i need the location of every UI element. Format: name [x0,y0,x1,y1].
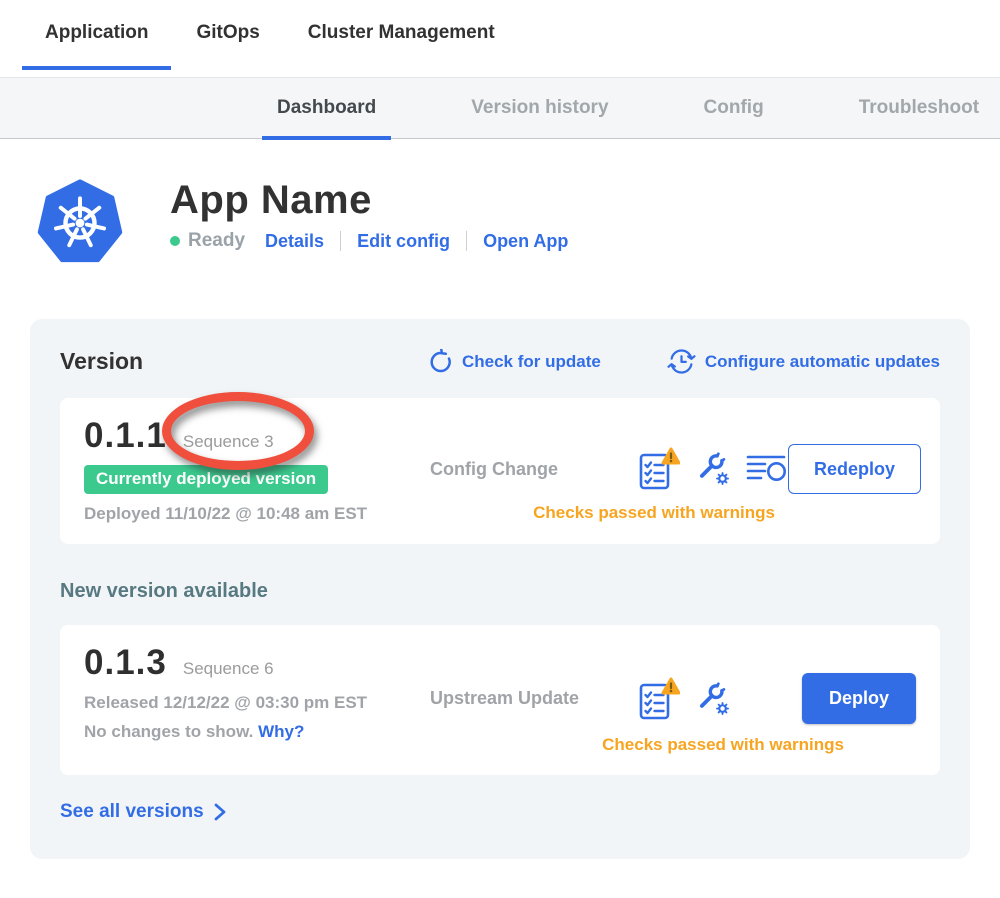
version-check-icons [638,446,788,492]
new-version-heading: New version available [60,580,940,603]
auto-update-clock-icon [667,347,696,376]
version-source-label: Config Change [430,459,638,480]
tab-troubleshoot[interactable]: Troubleshoot [859,77,979,139]
check-for-update-link[interactable]: Check for update [427,347,601,376]
available-version-row: 0.1.3 Sequence 6 Released 12/12/22 @ 03:… [84,643,916,755]
sequence-label: Sequence 3 [183,432,274,452]
deployed-timestamp: Deployed 11/10/22 @ 10:48 am EST [84,504,430,524]
refresh-icon [427,349,453,375]
checks-status-current: Checks passed with warnings [533,503,775,523]
sequence-label: Sequence 6 [183,659,274,679]
version-panel-actions: Check for update Configure automatic upd… [427,347,940,376]
kubernetes-logo [36,177,124,269]
version-panel: Version Check for update [30,319,970,859]
divider [466,231,467,251]
version-number: 0.1.1 [84,416,167,456]
preflight-checklist-icon[interactable] [638,446,680,492]
version-number: 0.1.3 [84,643,167,683]
why-link[interactable]: Why? [258,722,304,741]
deploy-button[interactable]: Deploy [802,673,916,724]
check-for-update-label: Check for update [462,352,601,372]
available-version-detail: Upstream Update [430,643,916,755]
available-version-info: 0.1.3 Sequence 6 Released 12/12/22 @ 03:… [84,643,430,742]
status-dot [170,236,180,246]
sub-nav: Dashboard Version history Config Trouble… [0,77,1000,139]
see-all-versions-label: See all versions [60,801,204,823]
config-wrench-gear-icon[interactable] [695,451,731,487]
app-header-text: App Name Ready Details Edit config Open … [170,177,568,252]
tab-cluster-management[interactable]: Cluster Management [308,22,495,77]
divider [340,231,341,251]
page-title: App Name [170,177,568,223]
app-status-row: Ready Details Edit config Open App [170,230,568,252]
tab-gitops[interactable]: GitOps [196,22,259,77]
version-heading: Version [60,348,143,375]
configure-automatic-updates-label: Configure automatic updates [705,352,940,372]
no-changes-label: No changes to show. [84,722,253,741]
configure-automatic-updates-link[interactable]: Configure automatic updates [667,347,940,376]
preflight-checklist-icon[interactable] [638,676,680,722]
see-all-versions-link[interactable]: See all versions [60,801,940,823]
edit-config-link[interactable]: Edit config [357,231,450,252]
current-version-card: 0.1.1 Sequence 3 Currently deployed vers… [60,398,940,544]
details-link[interactable]: Details [265,231,324,252]
top-nav: Application GitOps Cluster Management [0,0,1000,77]
no-changes-text: No changes to show. Why? [84,722,430,742]
tab-dashboard[interactable]: Dashboard [277,77,376,139]
currently-deployed-badge: Currently deployed version [84,465,328,494]
status-badge: Ready [188,230,245,252]
released-timestamp: Released 12/12/22 @ 03:30 pm EST [84,693,430,713]
redeploy-button[interactable]: Redeploy [788,444,921,494]
open-app-link[interactable]: Open App [483,231,568,252]
diff-magnifier-icon[interactable] [746,452,788,486]
version-panel-header: Version Check for update [60,347,940,376]
available-version-card: 0.1.3 Sequence 6 Released 12/12/22 @ 03:… [60,625,940,775]
current-version-row: 0.1.1 Sequence 3 Currently deployed vers… [84,416,916,524]
config-wrench-gear-icon[interactable] [695,681,731,717]
current-version-detail: Config Change [430,416,921,523]
version-source-label: Upstream Update [430,688,638,709]
current-version-info: 0.1.1 Sequence 3 Currently deployed vers… [84,416,430,524]
checks-status-available: Checks passed with warnings [602,735,844,755]
tab-application[interactable]: Application [45,22,148,77]
tab-version-history[interactable]: Version history [471,77,608,139]
chevron-right-icon [214,802,226,822]
app-header: App Name Ready Details Edit config Open … [36,177,1000,269]
tab-config[interactable]: Config [704,77,764,139]
admin-console-screen: Application GitOps Cluster Management Da… [0,0,1000,898]
version-check-icons [638,676,731,722]
